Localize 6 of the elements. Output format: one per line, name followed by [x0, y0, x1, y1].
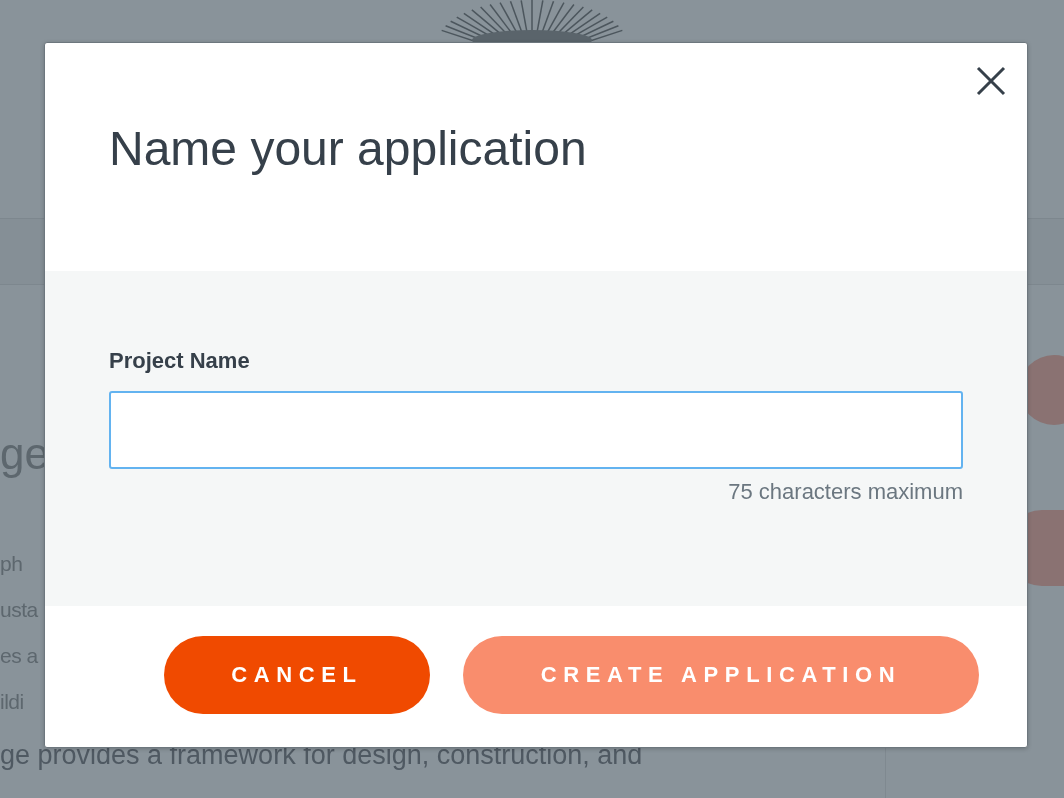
- project-name-field[interactable]: [109, 391, 963, 469]
- field-hint: 75 characters maximum: [728, 478, 963, 506]
- dialog-title: Name your application: [109, 121, 587, 177]
- cancel-button[interactable]: CANCEL: [164, 635, 430, 714]
- close-icon: [976, 66, 1006, 96]
- field-label: Project Name: [109, 347, 251, 375]
